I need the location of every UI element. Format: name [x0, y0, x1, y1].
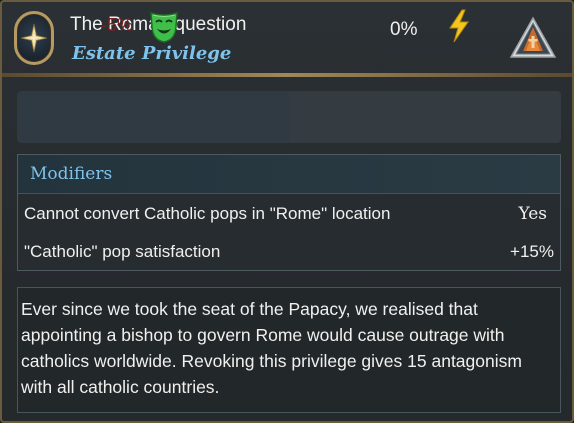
- theater-mask-icon: [150, 11, 178, 43]
- modifier-row: Cannot convert Catholic pops in "Rome" l…: [18, 195, 560, 233]
- modifiers-title: Modifiers: [30, 164, 113, 184]
- modifier-label: "Catholic" pop satisfaction: [24, 242, 221, 261]
- tooltip-header: The Roman question Estate Privilege: [2, 2, 572, 74]
- compass-star-icon: [20, 23, 48, 53]
- effect-right-cell: [289, 91, 561, 143]
- privilege-effects: [17, 91, 561, 143]
- header-divider: [2, 73, 572, 77]
- tooltip-panel: The Roman question Estate Privilege -5% …: [0, 0, 574, 423]
- effect-left-cell: [17, 91, 289, 143]
- lightning-bolt-icon: [449, 9, 469, 43]
- modifier-label: Cannot convert Catholic pops in "Rome" l…: [24, 204, 391, 223]
- description-box: Ever since we took the seat of the Papac…: [17, 287, 561, 413]
- privilege-emblem: [14, 11, 54, 65]
- satisfaction-change-value: -5%: [101, 15, 134, 35]
- modifiers-header: Modifiers: [18, 155, 560, 194]
- clergy-estate-icon: [509, 16, 557, 58]
- modifier-value: Yes: [518, 204, 547, 224]
- influence-change-value: 0%: [390, 19, 418, 40]
- modifiers-box: Modifiers Cannot convert Catholic pops i…: [17, 154, 561, 271]
- modifier-value: +15%: [510, 242, 554, 261]
- privilege-type: Estate Privilege: [72, 43, 232, 64]
- privilege-description: Ever since we took the seat of the Papac…: [21, 299, 522, 397]
- modifier-row: "Catholic" pop satisfaction +15%: [18, 233, 560, 271]
